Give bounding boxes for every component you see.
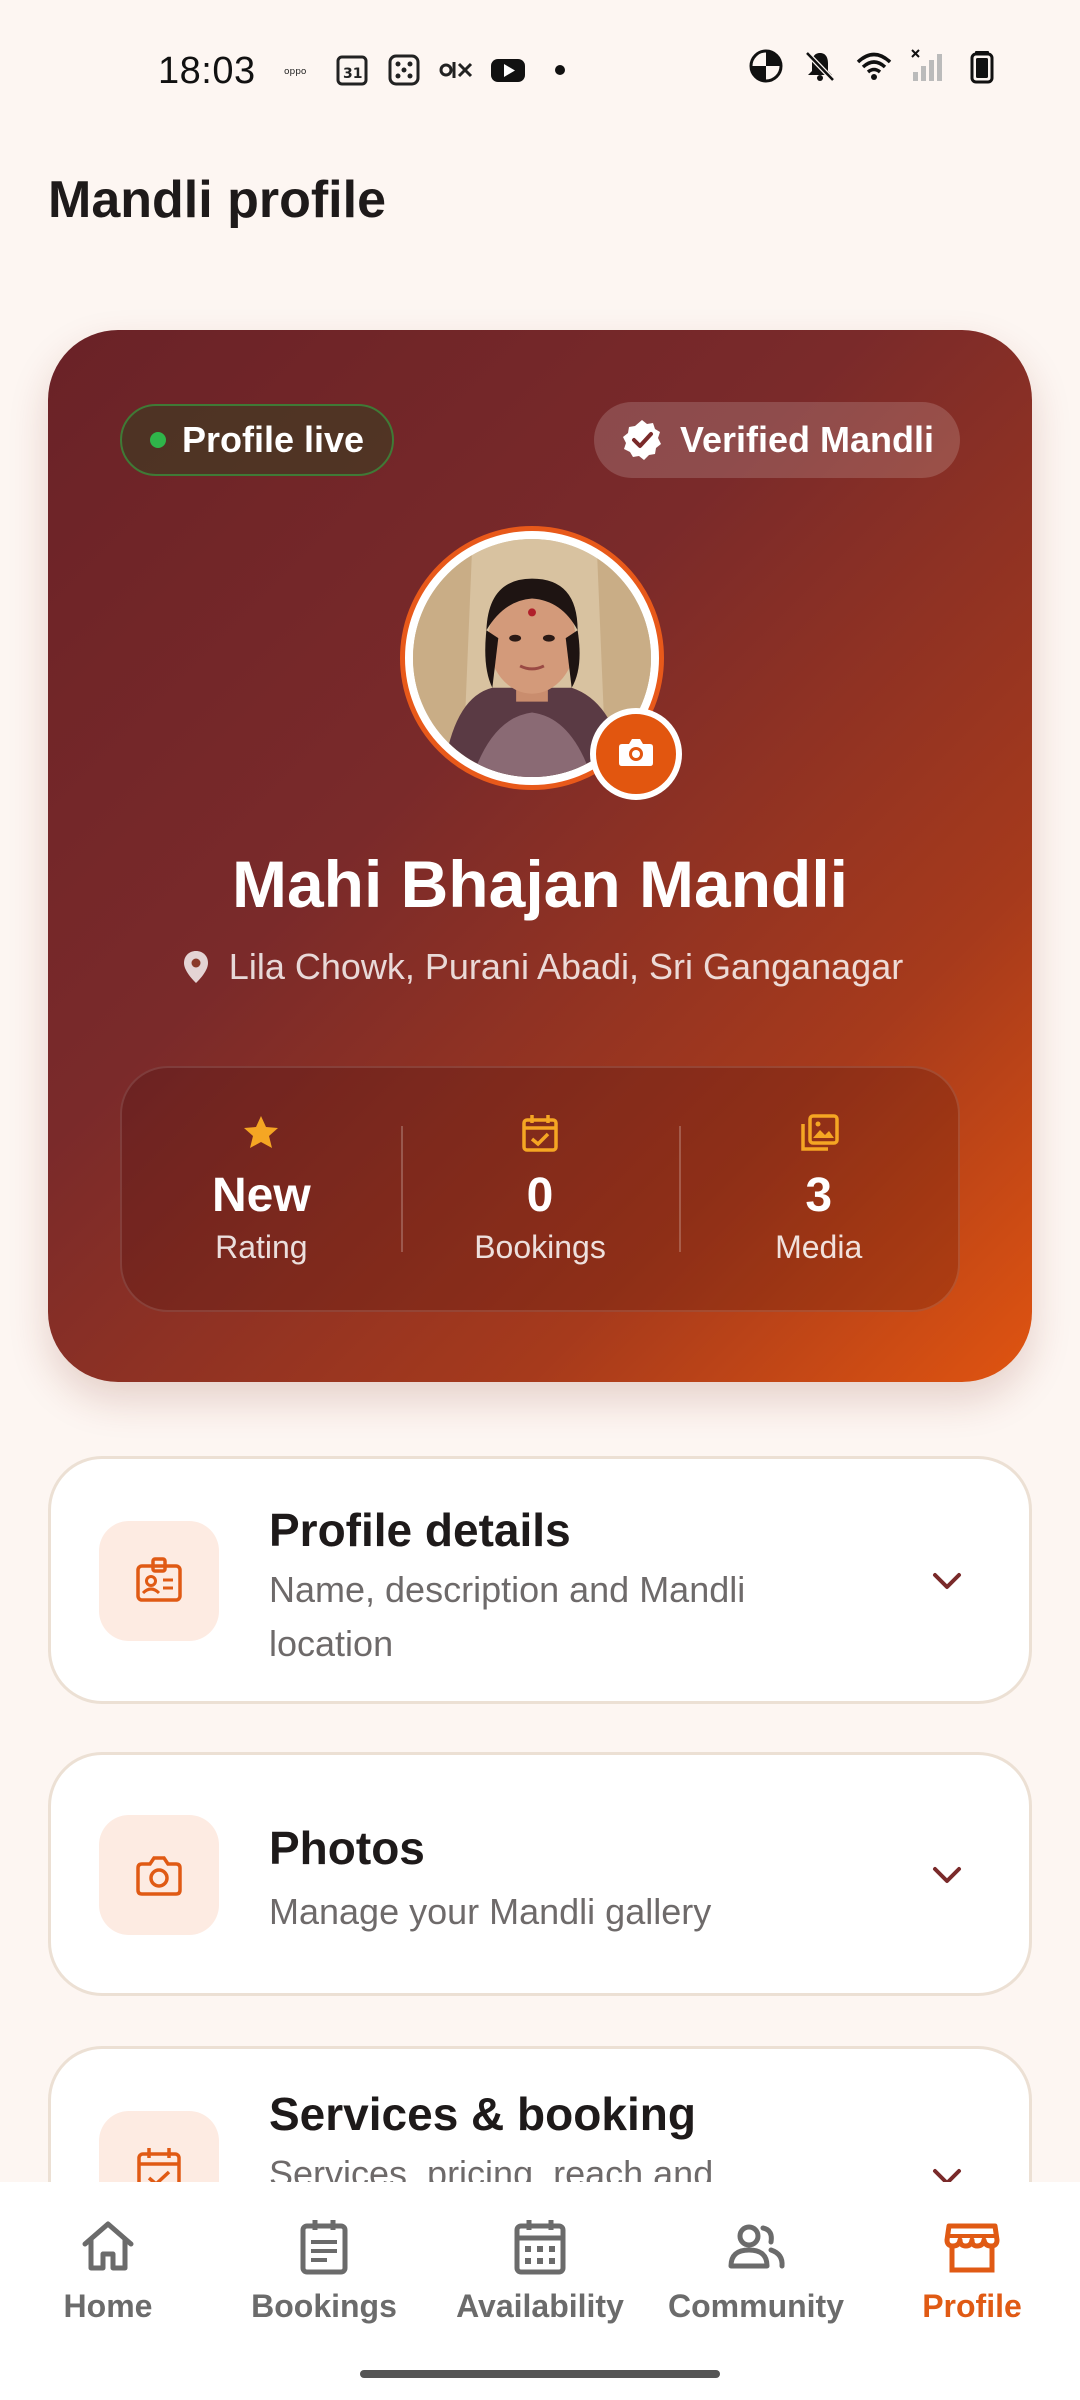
stat-value: 0 bbox=[526, 1169, 554, 1222]
chevron-down-icon[interactable] bbox=[925, 1559, 969, 1603]
section-profile-details[interactable]: Profile details Name, description and Ma… bbox=[48, 1456, 1032, 1704]
nav-label: Bookings bbox=[251, 2288, 397, 2324]
stat-rating: New Rating bbox=[122, 1068, 401, 1310]
bottom-navigation: Home Bookings Availability Community Pro… bbox=[0, 2182, 1080, 2400]
stat-bookings: 0 Bookings bbox=[400, 1068, 680, 1310]
mandli-location: Lila Chowk, Purani Abadi, Sri Ganganagar bbox=[48, 946, 1032, 988]
oppo-icon: oppo bbox=[282, 52, 318, 88]
page-title: Mandli profile bbox=[48, 171, 386, 229]
chevron-down-icon[interactable] bbox=[925, 1853, 969, 1897]
signal-icon bbox=[910, 48, 946, 84]
status-bar: 18:03 oppo 31 bbox=[0, 0, 1080, 140]
stat-label: Rating bbox=[215, 1229, 308, 1265]
calendar-31-icon: 31 bbox=[334, 52, 370, 88]
calendar-day-text: 31 bbox=[343, 66, 362, 82]
profile-live-badge: Profile live bbox=[120, 404, 395, 476]
camera-icon bbox=[99, 1815, 219, 1935]
profile-live-label: Profile live bbox=[182, 419, 365, 460]
verified-badge-label: Verified Mandli bbox=[679, 419, 934, 460]
nav-label: Home bbox=[63, 2288, 153, 2324]
svg-text:oppo: oppo bbox=[284, 67, 307, 77]
nav-profile[interactable]: Profile bbox=[864, 2182, 1080, 2400]
nav-home[interactable]: Home bbox=[0, 2182, 216, 2400]
nav-bookings[interactable]: Bookings bbox=[216, 2182, 432, 2400]
nav-availability[interactable]: Availability bbox=[432, 2182, 648, 2400]
camera-icon bbox=[614, 730, 658, 779]
youtube-icon bbox=[490, 52, 526, 88]
dot-icon bbox=[542, 52, 578, 88]
change-photo-button[interactable] bbox=[590, 708, 682, 800]
mandli-name: Mahi Bhajan Mandli bbox=[231, 847, 849, 921]
battery-icon bbox=[964, 48, 1000, 84]
section-subtitle: Manage your Mandli gallery bbox=[269, 1891, 712, 1932]
home-indicator[interactable] bbox=[360, 2370, 720, 2378]
location-pin-icon bbox=[177, 948, 215, 986]
section-subtitle: Name, description and Mandli location bbox=[269, 1569, 746, 1664]
home-icon bbox=[77, 2216, 139, 2278]
community-icon bbox=[725, 2216, 787, 2278]
section-title: Photos bbox=[269, 1822, 425, 1874]
nav-community[interactable]: Community bbox=[648, 2182, 864, 2400]
olx-icon bbox=[438, 52, 474, 88]
stat-value: New bbox=[211, 1169, 311, 1222]
status-time: 18:03 bbox=[158, 50, 256, 92]
verified-badge: Verified Mandli bbox=[593, 402, 960, 478]
section-title: Profile details bbox=[269, 1504, 571, 1556]
stat-label: Media bbox=[775, 1229, 863, 1265]
calendar-check-icon bbox=[519, 1112, 561, 1154]
profile-hero-card: Profile live Verified Mandli Mahi Bhajan… bbox=[48, 330, 1032, 1382]
nav-label: Profile bbox=[922, 2288, 1022, 2324]
calendar-icon bbox=[509, 2216, 571, 2278]
star-icon bbox=[240, 1112, 282, 1154]
stat-value: 3 bbox=[805, 1169, 833, 1222]
dice-icon bbox=[386, 52, 422, 88]
id-badge-icon bbox=[99, 1521, 219, 1641]
store-icon bbox=[941, 2216, 1003, 2278]
data-saver-icon bbox=[748, 48, 784, 84]
stat-label: Bookings bbox=[474, 1229, 606, 1265]
stat-media: 3 Media bbox=[679, 1068, 958, 1310]
nav-label: Availability bbox=[456, 2288, 624, 2324]
stats-summary: New Rating 0 Bookings 3 Media bbox=[120, 1066, 960, 1312]
section-photos[interactable]: Photos Manage your Mandli gallery bbox=[48, 1752, 1032, 1996]
status-right-icons bbox=[748, 48, 1000, 84]
mute-icon bbox=[802, 48, 838, 84]
media-stack-icon bbox=[798, 1112, 840, 1154]
section-title: Services & booking bbox=[269, 2088, 696, 2140]
live-status-dot bbox=[150, 432, 166, 448]
wifi-icon bbox=[856, 48, 892, 84]
verified-check-icon bbox=[620, 418, 664, 462]
bookings-icon bbox=[293, 2216, 355, 2278]
location-text: Lila Chowk, Purani Abadi, Sri Ganganagar bbox=[228, 946, 904, 987]
nav-label: Community bbox=[668, 2288, 844, 2324]
status-left-icons: oppo 31 bbox=[282, 52, 578, 88]
